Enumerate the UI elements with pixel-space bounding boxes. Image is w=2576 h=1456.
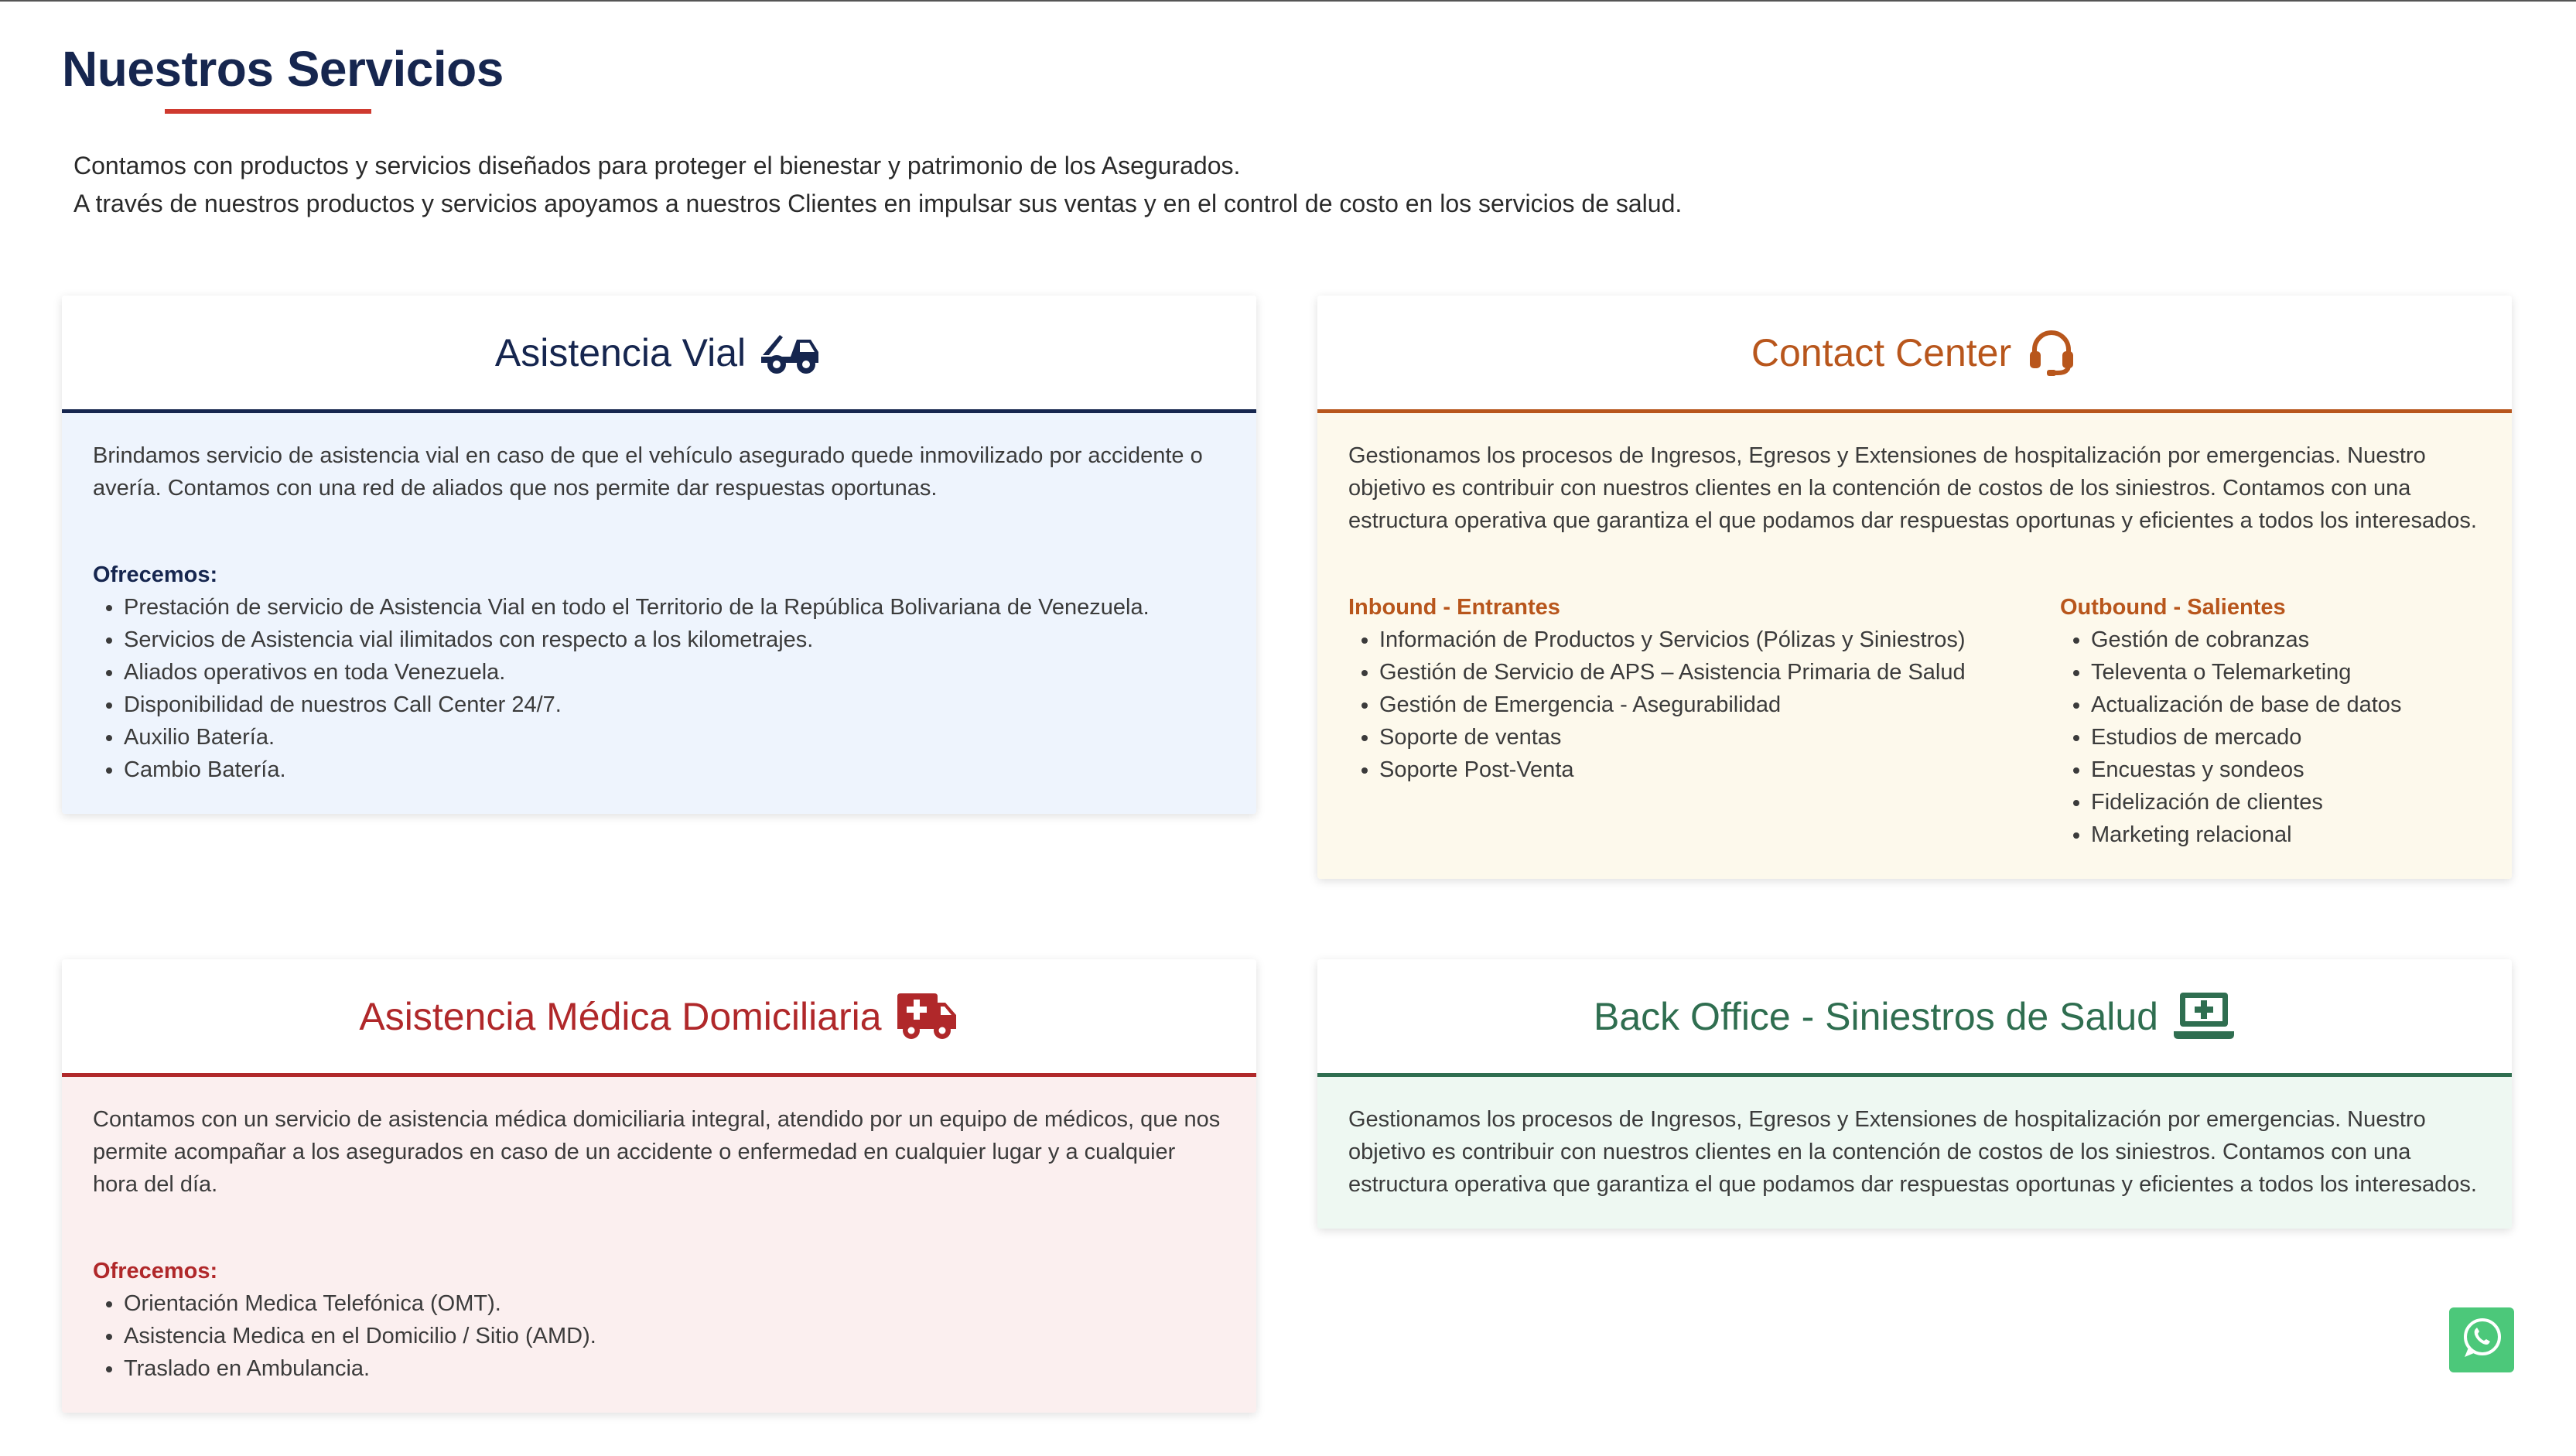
list-item: Gestión de cobranzas <box>2091 624 2481 656</box>
card-title: Contact Center <box>1751 330 2012 374</box>
page-title: Nuestros Servicios <box>62 41 504 97</box>
card-title: Asistencia Médica Domiciliaria <box>359 994 882 1038</box>
card-title: Asistencia Vial <box>494 330 746 374</box>
list-item: Cambio Batería. <box>124 754 1225 786</box>
card-header: Back Office - Siniestros de Salud <box>1317 959 2512 1077</box>
card-description: Gestionamos los procesos de Ingresos, Eg… <box>1348 1107 2477 1197</box>
list-item: Traslado en Ambulancia. <box>124 1352 1225 1385</box>
laptop-medical-icon <box>2172 991 2236 1042</box>
card-body: Gestionamos los procesos de Ingresos, Eg… <box>1317 413 2512 879</box>
offer-title: Ofrecemos: <box>93 562 218 587</box>
card-back-office: Back Office - Siniestros de Salud Gestio… <box>1317 959 2512 1229</box>
list-item: Prestación de servicio de Asistencia Via… <box>124 591 1225 624</box>
inbound-column: Inbound - Entrantes Información de Produ… <box>1348 591 2060 851</box>
list-item: Soporte de ventas <box>1379 721 2060 754</box>
intro-line-1: Contamos con productos y servicios diseñ… <box>73 152 1241 179</box>
inbound-title: Inbound - Entrantes <box>1348 595 1560 620</box>
outbound-column: Outbound - Salientes Gestión de cobranza… <box>2060 591 2481 851</box>
list-item: Encuestas y sondeos <box>2091 754 2481 786</box>
whatsapp-button[interactable] <box>2449 1307 2514 1372</box>
outbound-title: Outbound - Salientes <box>2060 595 2286 620</box>
offer-title: Ofrecemos: <box>93 1259 218 1283</box>
card-asistencia-vial: Asistencia Vial Brindamos servicio de as… <box>62 296 1256 814</box>
tow-truck-icon <box>760 330 823 375</box>
list-item: Auxilio Batería. <box>124 721 1225 754</box>
offer-list: Orientación Medica Telefónica (OMT). Asi… <box>93 1287 1225 1385</box>
card-description: Gestionamos los procesos de Ingresos, Eg… <box>1348 443 2477 533</box>
offer-list: Prestación de servicio de Asistencia Via… <box>93 591 1225 786</box>
card-body: Gestionamos los procesos de Ingresos, Eg… <box>1317 1077 2512 1229</box>
list-item: Información de Productos y Servicios (Pó… <box>1379 624 2060 656</box>
card-contact-center: Contact Center Gestionamos los procesos … <box>1317 296 2512 879</box>
outbound-list: Gestión de cobranzas Televenta o Telemar… <box>2060 624 2481 851</box>
card-header: Asistencia Médica Domiciliaria <box>62 959 1256 1077</box>
list-item: Gestión de Emergencia - Asegurabilidad <box>1379 689 2060 721</box>
title-underline <box>165 109 371 114</box>
list-item: Servicios de Asistencia vial ilimitados … <box>124 624 1225 656</box>
list-item: Marketing relacional <box>2091 819 2481 851</box>
list-item: Televenta o Telemarketing <box>2091 656 2481 689</box>
ambulance-icon <box>896 992 959 1041</box>
card-header: Asistencia Vial <box>62 296 1256 413</box>
list-item: Soporte Post-Venta <box>1379 754 2060 786</box>
list-item: Actualización de base de datos <box>2091 689 2481 721</box>
list-item: Estudios de mercado <box>2091 721 2481 754</box>
card-header: Contact Center <box>1317 296 2512 413</box>
card-description: Contamos con un servicio de asistencia m… <box>93 1107 1221 1197</box>
card-body: Brindamos servicio de asistencia vial en… <box>62 413 1256 814</box>
intro-line-2: A través de nuestros productos y servici… <box>73 190 1683 217</box>
list-item: Orientación Medica Telefónica (OMT). <box>124 1287 1225 1320</box>
whatsapp-icon <box>2458 1315 2505 1365</box>
list-item: Asistencia Medica en el Domicilio / Siti… <box>124 1320 1225 1352</box>
card-asistencia-medica: Asistencia Médica Domiciliaria Contamos … <box>62 959 1256 1413</box>
card-description: Brindamos servicio de asistencia vial en… <box>93 443 1203 501</box>
card-body: Contamos con un servicio de asistencia m… <box>62 1077 1256 1413</box>
list-item: Aliados operativos en toda Venezuela. <box>124 656 1225 689</box>
headset-icon <box>2025 326 2078 379</box>
list-item: Disponibilidad de nuestros Call Center 2… <box>124 689 1225 721</box>
service-columns: Inbound - Entrantes Información de Produ… <box>1348 591 2481 851</box>
list-item: Fidelización de clientes <box>2091 786 2481 819</box>
list-item: Gestión de Servicio de APS – Asistencia … <box>1379 656 2060 689</box>
inbound-list: Información de Productos y Servicios (Pó… <box>1348 624 2060 786</box>
card-title: Back Office - Siniestros de Salud <box>1594 994 2158 1038</box>
intro-text: Contamos con productos y servicios diseñ… <box>73 147 1682 223</box>
